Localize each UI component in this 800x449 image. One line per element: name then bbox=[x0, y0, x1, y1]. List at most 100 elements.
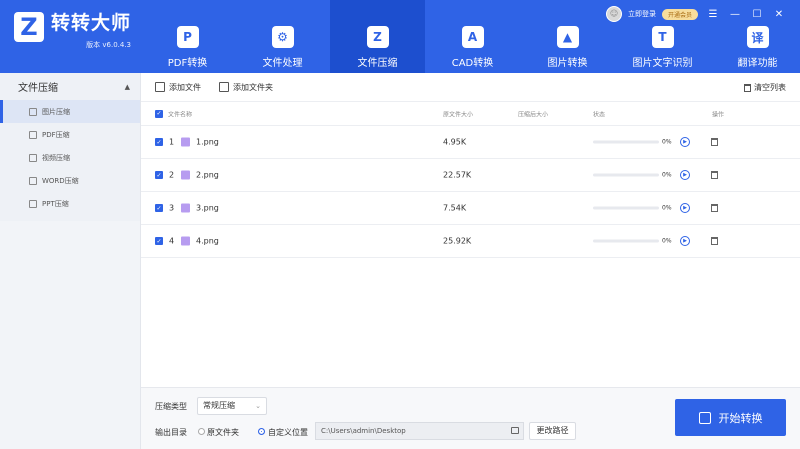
file-name: 2.png bbox=[196, 170, 219, 180]
row-checkbox[interactable]: ✓ bbox=[155, 138, 163, 146]
compress-type-select[interactable]: 常规压缩 ⌄ bbox=[197, 397, 267, 415]
pdf-icon bbox=[29, 130, 37, 139]
progress-bar bbox=[593, 239, 659, 243]
app-name: 转转大师 bbox=[51, 12, 132, 34]
table-header: ✓ 文件名称 原文件大小 压缩后大小 状态 操作 bbox=[141, 102, 800, 126]
nav-cad-convert[interactable]: A CAD转换 bbox=[425, 0, 520, 73]
orig-size: 25.92K bbox=[443, 236, 472, 246]
folder-icon[interactable] bbox=[511, 427, 519, 434]
video-icon bbox=[29, 153, 37, 162]
row-index: 4 bbox=[169, 236, 175, 246]
col-action: 操作 bbox=[712, 111, 725, 118]
select-all-checkbox[interactable]: ✓ bbox=[155, 109, 163, 118]
image-file-icon bbox=[181, 170, 190, 180]
nav-label: 翻译功能 bbox=[737, 58, 778, 69]
row-checkbox[interactable]: ✓ bbox=[155, 237, 163, 245]
nav-label: 文件压缩 bbox=[357, 58, 398, 69]
delete-icon[interactable] bbox=[711, 138, 718, 146]
sidebar-item-video-compress[interactable]: 视频压缩 bbox=[0, 146, 140, 169]
col-file-name: 文件名称 bbox=[168, 111, 193, 118]
trash-icon bbox=[744, 83, 751, 92]
login-link[interactable]: 立即登录 bbox=[628, 9, 656, 19]
play-icon[interactable]: ▶ bbox=[680, 203, 690, 213]
change-path-button[interactable]: 更改路径 bbox=[529, 422, 576, 440]
start-convert-button[interactable]: 开始转换 bbox=[675, 399, 786, 436]
play-icon[interactable]: ▶ bbox=[680, 236, 690, 246]
sidebar-item-label: 图片压缩 bbox=[42, 107, 70, 116]
nav-pdf-convert[interactable]: P PDF转换 bbox=[140, 0, 235, 73]
nav-image-convert[interactable]: ▲ 图片转换 bbox=[520, 0, 615, 73]
minimize-icon[interactable]: — bbox=[728, 7, 742, 21]
table-row[interactable]: ✓ 4 4.png 25.92K 0% ▶ bbox=[141, 225, 800, 258]
progress-bar bbox=[593, 206, 659, 210]
sidebar-item-label: PPT压缩 bbox=[42, 199, 69, 208]
col-orig-size: 原文件大小 bbox=[443, 111, 474, 118]
add-folder-button[interactable]: 添加文件夹 bbox=[219, 82, 273, 93]
option-original-folder: 原文件夹 bbox=[207, 428, 239, 437]
add-folder-icon bbox=[219, 82, 229, 92]
output-path-field[interactable]: C:\Users\admin\Desktop bbox=[315, 422, 524, 440]
table-row[interactable]: ✓ 2 2.png 22.57K 0% ▶ bbox=[141, 159, 800, 192]
delete-icon[interactable] bbox=[711, 204, 718, 212]
clear-list-button[interactable]: 清空列表 bbox=[744, 82, 786, 93]
delete-icon[interactable] bbox=[711, 171, 718, 179]
file-compress-icon: Z bbox=[366, 26, 389, 48]
nav-label: 文件处理 bbox=[262, 58, 303, 69]
sidebar-item-pdf-compress[interactable]: PDF压缩 bbox=[0, 123, 140, 146]
nav-label: PDF转换 bbox=[167, 58, 208, 69]
nav-file-compress[interactable]: Z 文件压缩 bbox=[330, 0, 425, 73]
image-file-icon bbox=[181, 203, 190, 213]
image-icon bbox=[29, 107, 37, 116]
sidebar-item-image-compress[interactable]: 图片压缩 bbox=[0, 100, 140, 123]
play-icon[interactable]: ▶ bbox=[680, 137, 690, 147]
vip-button[interactable]: 开通会员 bbox=[661, 8, 698, 20]
chevron-down-icon: ⌄ bbox=[255, 402, 261, 410]
file-name: 3.png bbox=[196, 203, 219, 213]
close-icon[interactable]: ✕ bbox=[772, 7, 786, 21]
table-row[interactable]: ✓ 1 1.png 4.95K 0% ▶ bbox=[141, 126, 800, 159]
orig-size: 22.57K bbox=[443, 170, 472, 180]
sidebar-item-ppt-compress[interactable]: PPT压缩 bbox=[0, 192, 140, 215]
radio-original-folder[interactable] bbox=[198, 428, 205, 435]
row-checkbox[interactable]: ✓ bbox=[155, 171, 163, 179]
sidebar-item-label: WORD压缩 bbox=[42, 176, 79, 185]
col-comp-size: 压缩后大小 bbox=[518, 111, 549, 118]
add-folder-label: 添加文件夹 bbox=[233, 82, 273, 92]
maximize-icon[interactable]: ☐ bbox=[750, 7, 764, 21]
row-index: 1 bbox=[169, 137, 175, 147]
add-file-icon bbox=[155, 82, 165, 92]
clear-list-label: 清空列表 bbox=[754, 83, 786, 92]
progress-text: 0% bbox=[662, 237, 672, 245]
menu-icon[interactable]: ☰ bbox=[706, 7, 720, 21]
app-version: 版本 v6.0.4.3 bbox=[86, 41, 132, 49]
output-path-value: C:\Users\admin\Desktop bbox=[321, 427, 406, 435]
image-convert-icon: ▲ bbox=[556, 26, 579, 48]
sidebar-group-file-compress[interactable]: 文件压缩 ▲ bbox=[0, 73, 140, 100]
output-dir-label: 输出目录 bbox=[155, 428, 187, 437]
translate-icon: 译 bbox=[746, 26, 769, 48]
chevron-up-icon: ▲ bbox=[124, 82, 130, 91]
start-convert-label: 开始转换 bbox=[718, 411, 763, 425]
play-icon[interactable]: ▶ bbox=[680, 170, 690, 180]
image-file-icon bbox=[181, 137, 190, 147]
app-logo: Z 转转大师 版本 v6.0.4.3 bbox=[14, 12, 131, 50]
table-row[interactable]: ✓ 3 3.png 7.54K 0% ▶ bbox=[141, 192, 800, 225]
option-custom-location: 自定义位置 bbox=[268, 428, 308, 437]
avatar[interactable]: ☺ bbox=[605, 6, 622, 22]
nav-label: CAD转换 bbox=[451, 58, 494, 69]
radio-custom-location[interactable] bbox=[258, 428, 265, 435]
row-checkbox[interactable]: ✓ bbox=[155, 204, 163, 212]
nav-file-process[interactable]: ⚙ 文件处理 bbox=[235, 0, 330, 73]
file-name: 4.png bbox=[196, 236, 219, 246]
row-index: 2 bbox=[169, 170, 175, 180]
nav-label: 图片转换 bbox=[547, 58, 588, 69]
sidebar-group-label: 文件压缩 bbox=[18, 83, 58, 94]
convert-icon bbox=[698, 411, 711, 424]
delete-icon[interactable] bbox=[711, 237, 718, 245]
logo-mark: Z bbox=[14, 12, 44, 42]
progress-text: 0% bbox=[662, 171, 672, 179]
sidebar-item-label: PDF压缩 bbox=[42, 130, 70, 139]
cad-icon: A bbox=[461, 26, 484, 48]
add-file-button[interactable]: 添加文件 bbox=[155, 82, 201, 93]
sidebar-item-word-compress[interactable]: WORD压缩 bbox=[0, 169, 140, 192]
